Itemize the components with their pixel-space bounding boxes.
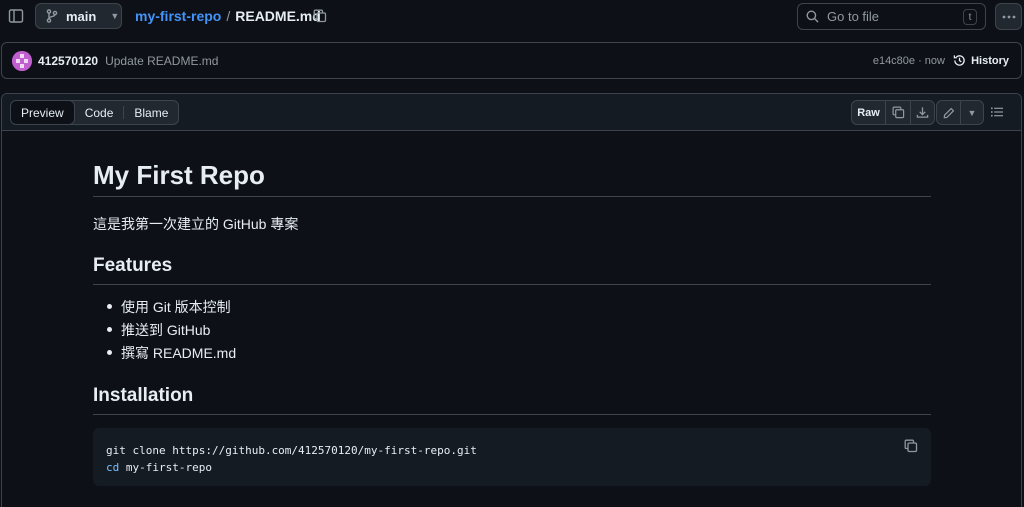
bullet [107,327,112,332]
file-header: Preview Code Blame Raw ▼ [2,94,1021,131]
edit-options-chevron-down-icon[interactable]: ▼ [961,101,983,124]
latest-commit-bar: 412570120 Update README.md e14c80e · now… [1,42,1022,79]
feature-text: 使用 Git 版本控制 [121,298,231,315]
branch-selector-button[interactable]: main ▼ [35,3,122,29]
copy-path-icon[interactable] [312,8,328,24]
breadcrumb-file-name: README.md [235,8,321,24]
raw-actions-group: Raw [851,100,935,125]
list-item: 推送到 GitHub [93,318,236,341]
readme-title: My First Repo [93,160,931,197]
go-to-file-search[interactable]: Go to file t [797,3,986,30]
chevron-down-icon: ▼ [110,11,120,21]
code-block: git clone https://github.com/412570120/m… [93,428,931,486]
commit-message-link[interactable]: Update README.md [105,54,218,68]
avatar[interactable] [12,50,32,71]
code-line-1: git clone https://github.com/412570120/m… [106,444,477,457]
outline-list-icon[interactable] [990,105,1006,121]
tab-code[interactable]: Code [75,101,124,124]
bullet [107,350,112,355]
installation-heading: Installation [93,384,931,415]
breadcrumb-repo-link[interactable]: my-first-repo [135,8,221,24]
branch-icon [46,9,58,23]
features-list: 使用 Git 版本控制 推送到 GitHub 撰寫 README.md [93,295,236,364]
edit-actions-group: ▼ [936,100,984,125]
view-mode-tabs: Preview Code Blame [10,100,180,125]
code-line-2: cd my-first-repo [106,459,918,476]
tab-blame[interactable]: Blame [124,101,178,124]
more-options-button[interactable] [995,3,1022,30]
code-keyword: cd [106,461,120,474]
tab-preview[interactable]: Preview [11,101,75,124]
breadcrumb: my-first-repo / README.md [135,8,321,24]
commit-hash-time[interactable]: e14c80e · now [873,55,945,67]
download-icon[interactable] [910,101,934,124]
list-item: 撰寫 README.md [93,341,236,364]
copy-raw-icon[interactable] [886,101,910,124]
edit-file-pencil-icon[interactable] [937,101,961,124]
search-icon [806,10,819,23]
list-item: 使用 Git 版本控制 [93,295,236,318]
sidebar-toggle-icon[interactable] [5,5,27,27]
breadcrumb-separator: / [226,8,231,24]
feature-text: 撰寫 README.md [121,344,237,361]
features-heading: Features [93,254,931,285]
history-button[interactable]: History [953,54,1009,67]
feature-text: 推送到 GitHub [121,321,211,338]
history-icon [953,55,965,66]
commit-author-link[interactable]: 412570120 [38,54,98,68]
kebab-horizontal-icon [1002,15,1015,18]
branch-name: main [66,8,97,24]
raw-button[interactable]: Raw [852,101,886,124]
bullet [107,304,112,309]
search-shortcut-key: t [963,9,977,25]
code-line-2-rest: my-first-repo [119,461,212,474]
readme-intro-text: 這是我第一次建立的 GitHub 專案 [93,216,299,232]
copy-code-icon[interactable] [904,439,918,453]
search-placeholder: Go to file [827,9,880,24]
history-label: History [971,54,1009,67]
top-bar: main ▼ my-first-repo / README.md Go to f… [0,0,1024,34]
